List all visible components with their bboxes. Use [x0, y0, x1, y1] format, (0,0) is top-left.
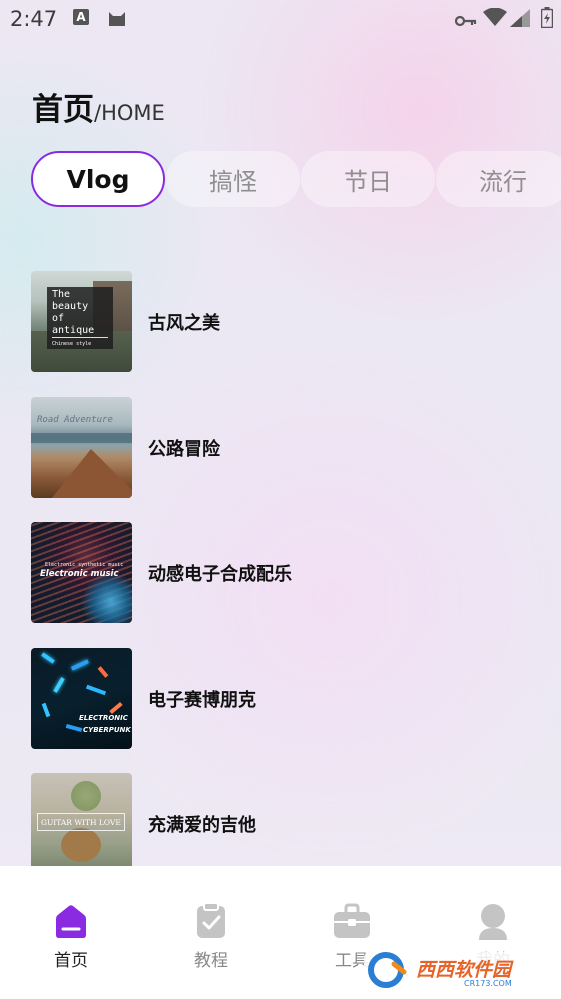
- thumb-text: GUITAR WITH LOVE: [41, 818, 121, 827]
- thumb-text-line: beauty: [52, 301, 89, 312]
- item-title: 古风之美: [148, 313, 220, 334]
- nav-tutorial-label: 教程: [194, 951, 228, 971]
- cyberpunk-thumbnail: ELECTRONIC CYBERPUNK: [31, 648, 132, 749]
- list-item[interactable]: ELECTRONIC CYBERPUNK 电子赛博朋克: [31, 648, 551, 749]
- item-title: 动感电子合成配乐: [148, 564, 292, 585]
- page-title-en: /HOME: [94, 101, 165, 125]
- toolbox-icon: [334, 903, 370, 938]
- electronic-music-thumbnail: Electronic synthetic music Electronic mu…: [31, 522, 132, 623]
- nav-home[interactable]: 首页: [31, 902, 111, 971]
- road-adventure-thumbnail: Road Adventure: [31, 397, 132, 498]
- thumb-subtext: Electronic synthetic music: [45, 562, 124, 568]
- list-item[interactable]: Electronic synthetic music Electronic mu…: [31, 522, 551, 623]
- thumb-text-line: ELECTRONIC: [79, 714, 128, 722]
- tab-popular[interactable]: 流行: [436, 151, 561, 207]
- category-tabs: Vlog 搞怪 节日 流行: [31, 151, 561, 207]
- watermark: 西西软件园 CR173.COM: [364, 950, 542, 990]
- tab-vlog[interactable]: Vlog: [31, 151, 165, 207]
- item-title: 电子赛博朋克: [148, 690, 256, 711]
- wifi-icon: [483, 7, 507, 30]
- user-icon: [479, 904, 507, 940]
- nav-tutorial[interactable]: 教程: [171, 902, 251, 971]
- page-title: 首页/HOME: [32, 84, 165, 129]
- watermark-logo: 西西软件园 CR173.COM: [364, 952, 540, 988]
- battery-icon: [540, 7, 554, 32]
- cat-notification-icon: [107, 8, 127, 31]
- notification-a-icon: A: [73, 9, 89, 25]
- thumb-text-line: CYBERPUNK: [83, 726, 131, 734]
- thumb-text-line: of: [52, 313, 65, 324]
- signal-icon: [510, 9, 530, 31]
- thumb-text: Road Adventure: [37, 415, 113, 425]
- vpn-key-icon: [454, 12, 477, 31]
- tab-festival[interactable]: 节日: [301, 151, 435, 207]
- nav-home-label: 首页: [54, 951, 88, 971]
- item-title: 公路冒险: [148, 439, 220, 460]
- list-item[interactable]: Road Adventure 公路冒险: [31, 397, 551, 498]
- home-icon: [56, 905, 86, 938]
- guitar-thumbnail: GUITAR WITH LOVE: [31, 773, 132, 866]
- thumb-text-line: The: [52, 289, 71, 300]
- list-item[interactable]: GUITAR WITH LOVE 充满爱的吉他: [31, 773, 551, 873]
- thumb-text-line: antique: [52, 325, 95, 336]
- thumb-subtext: Chinese style: [52, 341, 92, 347]
- thumb-text: Electronic music: [40, 569, 119, 579]
- tab-funny[interactable]: 搞怪: [166, 151, 300, 207]
- watermark-text: 西西软件园: [416, 959, 514, 981]
- item-title: 充满爱的吉他: [148, 815, 256, 836]
- antique-thumbnail: The beauty of antique Chinese style: [31, 271, 132, 372]
- status-time: 2:47: [10, 7, 58, 31]
- page-title-cn: 首页: [32, 92, 94, 128]
- checklist-icon: [197, 902, 225, 938]
- list-item[interactable]: The beauty of antique Chinese style 古风之美: [31, 271, 551, 372]
- status-bar: 2:47 A: [0, 0, 561, 38]
- watermark-sub: CR173.COM: [464, 979, 512, 988]
